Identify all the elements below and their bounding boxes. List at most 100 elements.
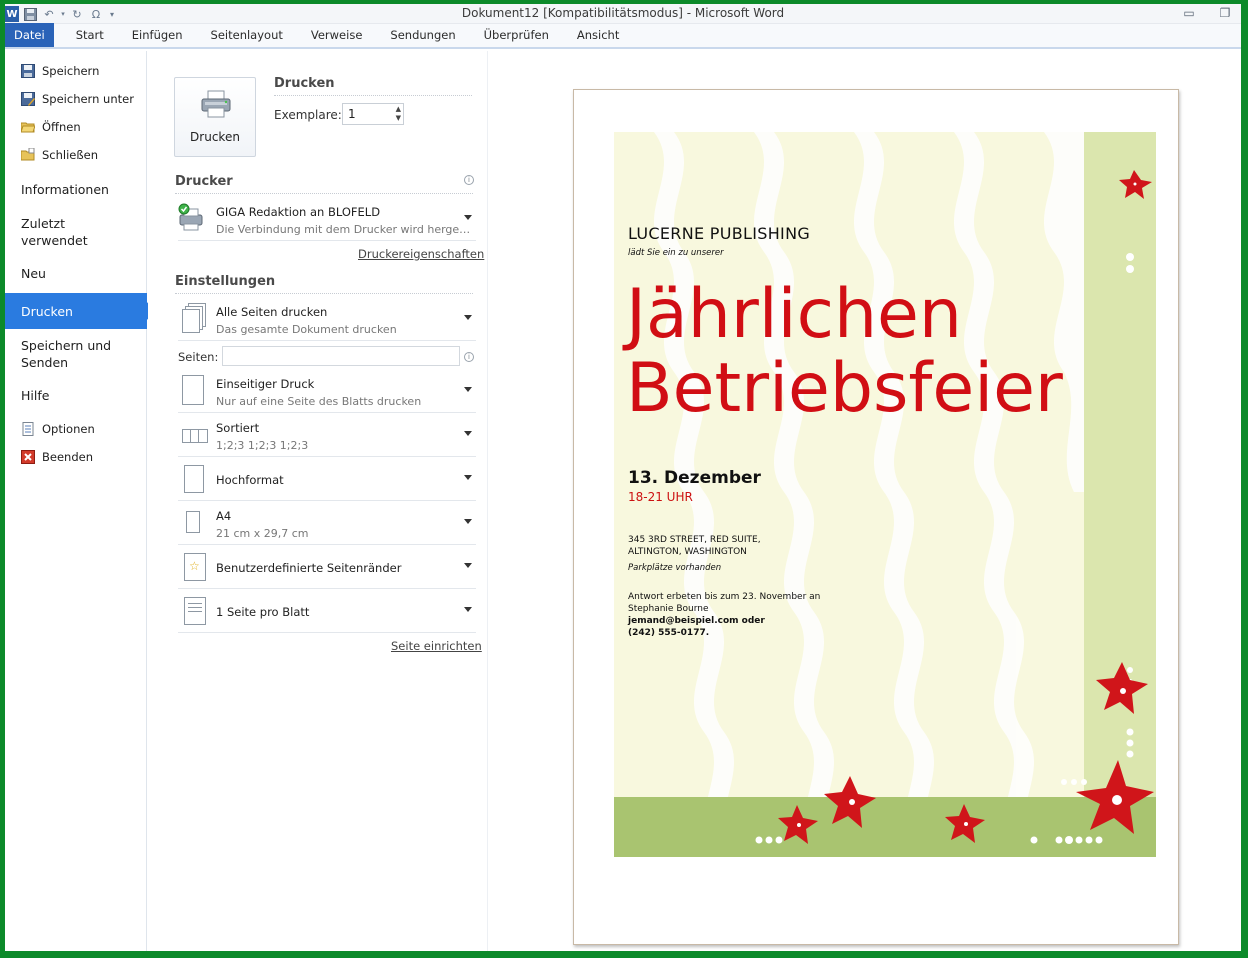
- tab-file[interactable]: Datei: [5, 23, 54, 47]
- close-folder-icon: [20, 147, 35, 162]
- window-title: Dokument12 [Kompatibilitätsmodus] - Micr…: [461, 6, 785, 20]
- save-icon: [21, 64, 35, 78]
- nav-save-as-label: Speichern unter: [42, 92, 134, 106]
- flyer-rsvp-line4: (242) 555-0177.: [628, 628, 710, 638]
- portrait-icon: [182, 463, 208, 495]
- backstage-nav: Speichern Speichern unter Öffnen Schließ…: [5, 51, 155, 951]
- nav-options[interactable]: Optionen: [21, 419, 95, 439]
- copies-label: Exemplare:: [274, 108, 342, 122]
- flyer-address-line2: ALTINGTON, WASHINGTON: [628, 547, 747, 557]
- printer-status-icon: [178, 203, 203, 231]
- chevron-down-icon: [464, 387, 472, 392]
- nav-open[interactable]: Öffnen: [20, 117, 81, 137]
- chevron-down-icon: [464, 607, 472, 612]
- flyer-publisher: LUCERNE PUBLISHING: [628, 224, 811, 243]
- flyer-headline-line2: Betriebsfeier: [626, 349, 1063, 428]
- flyer-address-line1: 345 3RD STREET, RED SUITE,: [628, 535, 761, 545]
- nav-open-label: Öffnen: [42, 120, 81, 134]
- ribbon-tabs: Datei Start Einfügen Seitenlayout Verwei…: [5, 23, 1241, 49]
- nav-recent-line1: Zuletzt: [21, 216, 66, 231]
- tab-page-layout[interactable]: Seitenlayout: [197, 23, 297, 47]
- tab-start[interactable]: Start: [62, 23, 118, 47]
- exit-icon: [21, 450, 35, 464]
- chevron-down-icon: [464, 519, 472, 524]
- margins-dropdown[interactable]: ☆ Benutzerdefinierte Seitenränder: [178, 547, 476, 589]
- custom-margins-icon: ☆: [182, 551, 208, 583]
- chevron-down-icon: [464, 215, 472, 220]
- nav-recent[interactable]: Zuletzt verwendet: [5, 215, 147, 249]
- nav-save-send[interactable]: Speichern und Senden: [5, 337, 147, 371]
- tab-references[interactable]: Verweise: [297, 23, 377, 47]
- orientation-dropdown[interactable]: Hochformat: [178, 459, 476, 501]
- minimize-icon[interactable]: ▭: [1181, 4, 1197, 22]
- print-range-dropdown[interactable]: Alle Seiten drucken Das gesamte Dokument…: [178, 299, 476, 341]
- nav-save-as[interactable]: Speichern unter: [21, 89, 134, 109]
- copies-stepper[interactable]: 1 ▲ ▼: [342, 103, 404, 125]
- chevron-down-icon: [464, 475, 472, 480]
- flyer-time: 18-21 UHR: [628, 490, 693, 504]
- duplex-desc: Nur auf eine Seite des Blatts drucken: [216, 395, 422, 408]
- restore-icon[interactable]: ❐: [1217, 4, 1233, 22]
- print-range-desc: Das gesamte Dokument drucken: [216, 323, 397, 336]
- collate-title: Sortiert: [216, 421, 260, 435]
- printer-dropdown[interactable]: GIGA Redaktion an BLOFELD Die Verbindung…: [178, 199, 476, 241]
- print-section-title: Drucken: [274, 76, 335, 91]
- nav-save-send-line1: Speichern und: [21, 338, 112, 353]
- flyer-rsvp-line1: Antwort erbeten bis zum 23. November an: [628, 592, 821, 602]
- flyer-date: 13. Dezember: [628, 468, 761, 488]
- open-folder-icon: [20, 120, 36, 134]
- preview-page: LUCERNE PUBLISHING lädt Sie ein zu unser…: [573, 89, 1179, 945]
- tab-review[interactable]: Überprüfen: [470, 23, 563, 47]
- print-range-title: Alle Seiten drucken: [216, 305, 328, 319]
- duplex-dropdown[interactable]: Einseitiger Druck Nur auf eine Seite des…: [178, 371, 476, 413]
- chevron-down-icon: [464, 563, 472, 568]
- flyer-rsvp-line2: Stephanie Bourne: [628, 604, 709, 614]
- title-bar: W ↶ ▾ ↻ Ω ▾ Dokument12 [Kompatibilitätsm…: [5, 4, 1241, 24]
- chevron-down-icon: [464, 315, 472, 320]
- tab-insert[interactable]: Einfügen: [118, 23, 197, 47]
- nav-print[interactable]: Drucken: [5, 293, 155, 329]
- options-icon: [21, 422, 35, 436]
- spin-arrows-icon[interactable]: ▲ ▼: [396, 105, 401, 123]
- settings-section-title: Einstellungen: [175, 274, 276, 289]
- flyer-parking: Parkplätze vorhanden: [628, 563, 722, 573]
- tab-mailings[interactable]: Sendungen: [376, 23, 469, 47]
- orientation-title: Hochformat: [216, 473, 284, 487]
- print-button[interactable]: Drucken: [174, 77, 256, 157]
- pages-stack-icon: [182, 303, 208, 335]
- printer-properties-link[interactable]: Druckereigenschaften: [358, 247, 484, 261]
- nav-new[interactable]: Neu: [5, 265, 147, 282]
- nav-exit[interactable]: Beenden: [21, 447, 93, 467]
- printer-info-icon[interactable]: i: [464, 175, 474, 185]
- pages-per-sheet-dropdown[interactable]: 1 Seite pro Blatt: [178, 591, 476, 633]
- print-settings-panel: Drucken Drucken Exemplare: 1 ▲ ▼ Drucker …: [148, 51, 488, 951]
- printer-status: Die Verbindung mit dem Drucker wird herg…: [216, 223, 471, 236]
- save-as-icon: [21, 92, 35, 106]
- pages-info-icon[interactable]: i: [464, 352, 474, 362]
- nav-info[interactable]: Informationen: [5, 181, 147, 198]
- tab-view[interactable]: Ansicht: [563, 23, 633, 47]
- flyer-headline-line1: Jährlichen: [626, 275, 962, 354]
- nav-help[interactable]: Hilfe: [5, 387, 147, 404]
- page-setup-link[interactable]: Seite einrichten: [391, 639, 482, 653]
- nav-save-label: Speichern: [42, 64, 100, 78]
- collate-desc: 1;2;3 1;2;3 1;2;3: [216, 439, 309, 452]
- pages-input[interactable]: [222, 346, 460, 366]
- nav-close-label: Schließen: [42, 148, 98, 162]
- printer-icon: [201, 90, 231, 118]
- print-button-label: Drucken: [190, 130, 240, 144]
- collate-dropdown[interactable]: Sortiert 1;2;3 1;2;3 1;2;3: [178, 415, 476, 457]
- nav-close[interactable]: Schließen: [20, 145, 98, 165]
- duplex-title: Einseitiger Druck: [216, 377, 315, 391]
- printer-name: GIGA Redaktion an BLOFELD: [216, 205, 381, 219]
- copies-value: 1: [348, 107, 356, 121]
- nav-save-send-line2: Senden: [21, 355, 69, 370]
- nav-exit-label: Beenden: [42, 450, 93, 464]
- flyer-invite: lädt Sie ein zu unserer: [628, 248, 724, 258]
- nav-options-label: Optionen: [42, 422, 95, 436]
- nav-save[interactable]: Speichern: [21, 61, 99, 81]
- one-page-per-sheet-icon: [182, 595, 208, 627]
- nav-recent-line2: verwendet: [21, 233, 88, 248]
- paper-size-dropdown[interactable]: A4 21 cm x 29,7 cm: [178, 503, 476, 545]
- paper-size-desc: 21 cm x 29,7 cm: [216, 527, 309, 540]
